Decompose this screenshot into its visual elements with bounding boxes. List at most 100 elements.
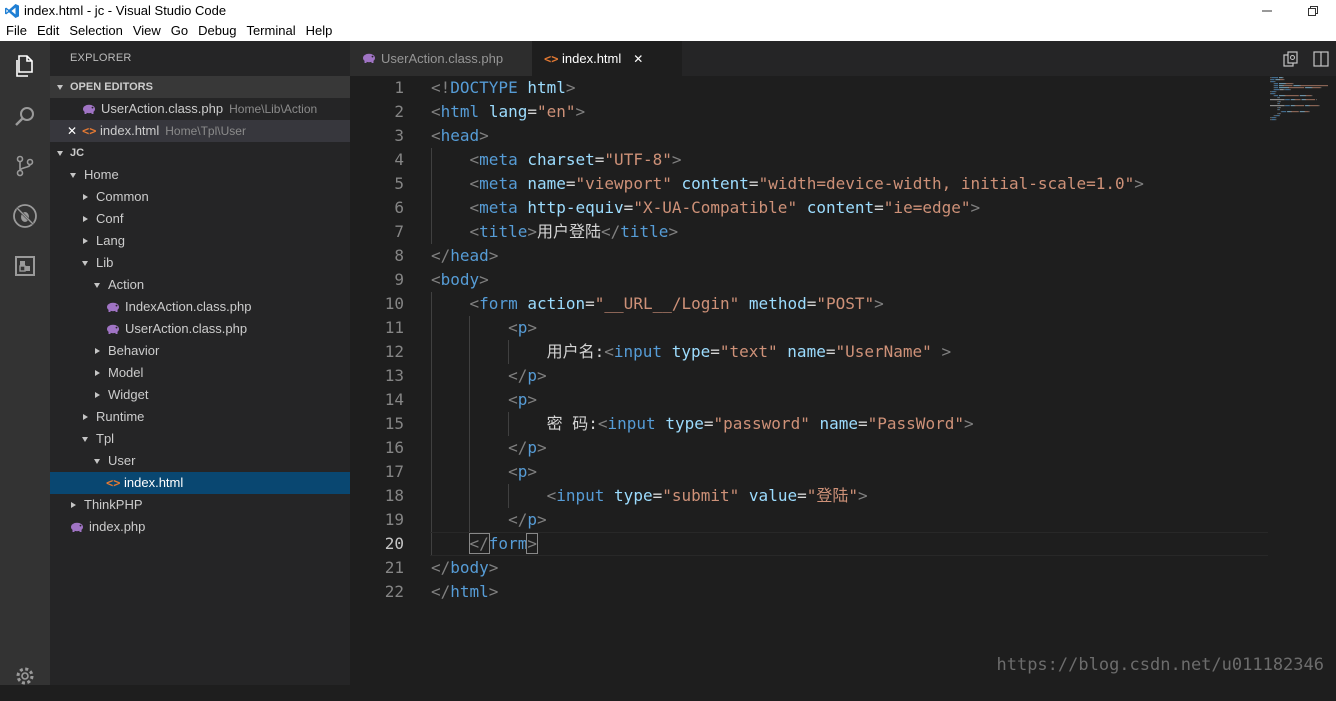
html-file-icon: <>: [82, 120, 96, 142]
minimap-mark: [1312, 87, 1320, 88]
close-icon[interactable]: ✕: [633, 52, 643, 66]
tree-folder-item[interactable]: ThinkPHP: [50, 494, 350, 516]
manage-button[interactable]: [0, 651, 50, 701]
open-editor-item[interactable]: UserAction.class.phpHome\Lib\Action: [50, 98, 350, 120]
minimap-mark: [1290, 89, 1291, 90]
menu-help[interactable]: Help: [301, 21, 338, 41]
line-number: 3: [350, 124, 404, 148]
menu-edit[interactable]: Edit: [32, 21, 64, 41]
minimap-mark: [1270, 93, 1271, 94]
minimap-mark: [1277, 107, 1279, 108]
debug-button[interactable]: [0, 191, 50, 241]
code-token: 用户登陆: [537, 222, 601, 241]
chevron-down-icon: [82, 261, 88, 266]
chevron-right-icon: [95, 392, 100, 398]
menu-terminal[interactable]: Terminal: [241, 21, 300, 41]
line-number: 17: [350, 460, 404, 484]
minimap-mark: [1279, 83, 1285, 84]
minimap-mark: [1279, 89, 1280, 90]
restore-button[interactable]: [1290, 0, 1336, 21]
code-token: [518, 198, 528, 217]
minimap-mark: [1291, 105, 1295, 106]
code-token: =: [566, 174, 576, 193]
code-token: type: [614, 486, 653, 505]
tab-useraction-class-php[interactable]: UserAction.class.php: [350, 41, 532, 76]
tree-file-item[interactable]: UserAction.class.php: [50, 318, 350, 340]
tree-folder-item[interactable]: Widget: [50, 384, 350, 406]
menu-go[interactable]: Go: [166, 21, 193, 41]
menu-file[interactable]: File: [0, 21, 32, 41]
open-editors-header[interactable]: OPEN EDITORS: [50, 76, 350, 98]
code-token: =: [595, 150, 605, 169]
tree-file-item[interactable]: index.php: [50, 516, 350, 538]
tree-folder-item[interactable]: User: [50, 450, 350, 472]
open-editors-label: OPEN EDITORS: [70, 76, 153, 98]
line-number: 16: [350, 436, 404, 460]
code-token: meta: [479, 198, 518, 217]
minimap-mark: [1305, 87, 1311, 88]
code-token: [431, 174, 470, 193]
menu-debug[interactable]: Debug: [193, 21, 241, 41]
tree-folder-item[interactable]: Action: [50, 274, 350, 296]
gear-icon: [14, 665, 36, 687]
minimize-button[interactable]: [1244, 0, 1290, 21]
tree-file-item[interactable]: <>index.html: [50, 472, 350, 494]
code-text: </p>: [431, 364, 547, 388]
tree-folder-item[interactable]: Runtime: [50, 406, 350, 428]
search-button[interactable]: [0, 91, 50, 141]
code-token: <: [604, 342, 614, 361]
code-editor[interactable]: 1<!DOCTYPE html>2<html lang="en">3<head>…: [350, 76, 1336, 685]
split-editor-button[interactable]: [1306, 41, 1336, 76]
minimap-mark: [1278, 109, 1279, 110]
minimap-mark: [1275, 119, 1276, 120]
tree-item-label: Action: [108, 274, 144, 296]
minimap-mark: [1274, 115, 1276, 116]
code-token: =: [797, 486, 807, 505]
minimap-mark: [1280, 79, 1284, 80]
tree-folder-item[interactable]: Common: [50, 186, 350, 208]
menu-view[interactable]: View: [128, 21, 166, 41]
source-control-button[interactable]: [0, 141, 50, 191]
minimap[interactable]: [1268, 76, 1328, 685]
close-icon[interactable]: ✕: [64, 120, 80, 142]
tree-folder-item[interactable]: Lib: [50, 252, 350, 274]
code-token: action: [527, 294, 585, 313]
tree-folder-item[interactable]: Behavior: [50, 340, 350, 362]
open-changes-button[interactable]: [1276, 41, 1306, 76]
tree-item-label: Home: [84, 164, 119, 186]
menu-selection[interactable]: Selection: [64, 21, 127, 41]
extensions-icon: [13, 254, 37, 278]
code-token: [518, 150, 528, 169]
tree-folder-item[interactable]: Home: [50, 164, 350, 186]
minimap-mark: [1270, 81, 1271, 82]
tree-folder-item[interactable]: Tpl: [50, 428, 350, 450]
extensions-button[interactable]: [0, 241, 50, 291]
php-icon: [82, 104, 96, 115]
tree-folder-item[interactable]: Lang: [50, 230, 350, 252]
workspace-header[interactable]: JC: [50, 142, 350, 164]
code-token: "password": [714, 414, 810, 433]
code-token: html: [450, 582, 489, 601]
code-token: content: [681, 174, 748, 193]
code-token: </: [470, 534, 489, 553]
tree-folder-item[interactable]: Conf: [50, 208, 350, 230]
tree-folder-item[interactable]: Model: [50, 362, 350, 384]
minimap-mark: [1293, 83, 1294, 84]
tab-index-html[interactable]: <>index.html✕: [532, 41, 682, 76]
minimap-mark: [1311, 87, 1312, 88]
code-line: 4 <meta charset="UTF-8">: [350, 148, 1268, 172]
editor-scrollbar[interactable]: [1328, 76, 1336, 685]
open-editor-item[interactable]: ✕<>index.htmlHome\Tpl\User: [50, 120, 350, 142]
minimap-mark: [1284, 99, 1285, 100]
minimap-mark: [1270, 105, 1284, 106]
html-file-icon: <>: [544, 52, 558, 66]
code-token: [431, 438, 508, 457]
code-token: [518, 78, 528, 97]
minimap-mark: [1274, 83, 1275, 84]
code-token: >: [537, 510, 547, 529]
code-token: >: [527, 318, 537, 337]
tree-file-item[interactable]: IndexAction.class.php: [50, 296, 350, 318]
minimap-mark: [1279, 79, 1280, 80]
explorer-button[interactable]: [0, 41, 50, 91]
tree-item-label: Model: [108, 362, 143, 384]
